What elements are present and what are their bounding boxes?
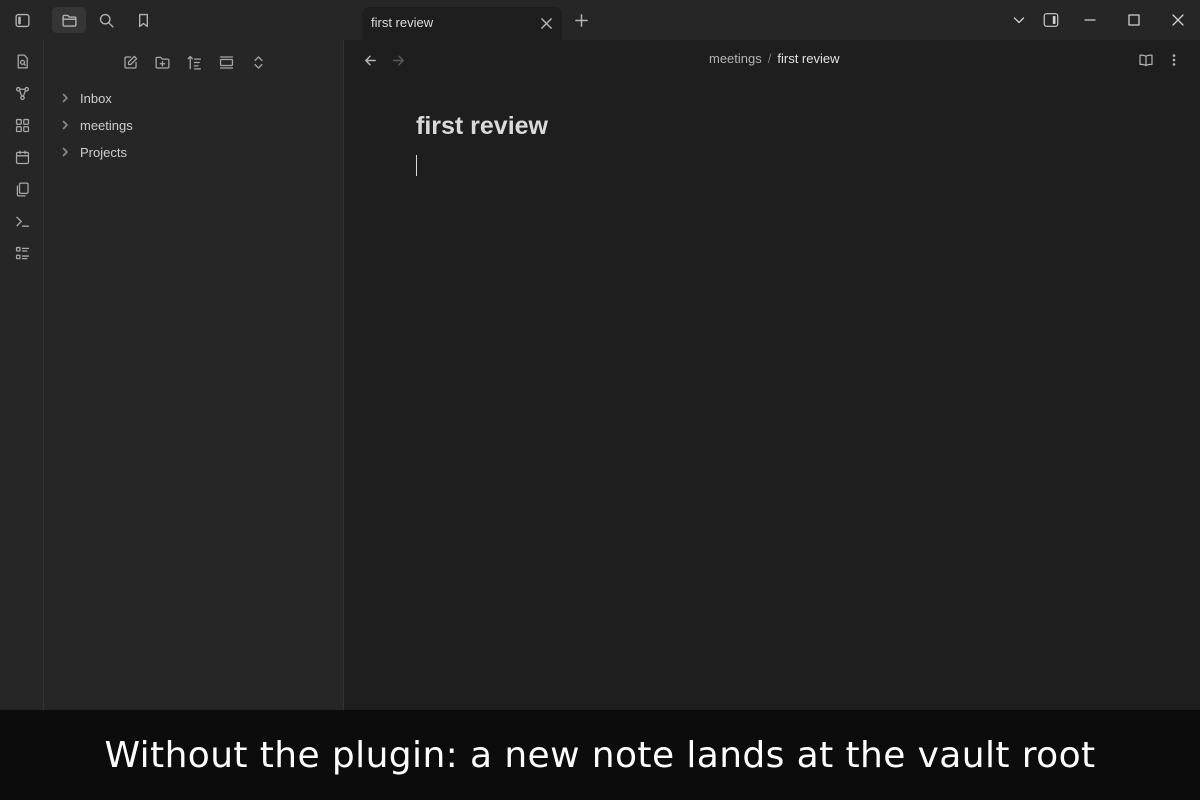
chevron-right-icon (58, 145, 72, 159)
plus-icon[interactable] (570, 9, 592, 31)
tab-first-review[interactable]: first review (362, 7, 562, 40)
caption-banner: Without the plugin: a new note lands at … (0, 710, 1200, 800)
collapse-all-icon[interactable] (246, 50, 270, 74)
more-options-icon[interactable] (1163, 49, 1185, 71)
close-window-icon[interactable] (1166, 8, 1190, 32)
daily-note-icon[interactable] (10, 145, 34, 169)
breadcrumb-folder[interactable]: meetings (709, 51, 762, 66)
caption-text: Without the plugin: a new note lands at … (104, 734, 1096, 776)
chevron-down-icon[interactable] (1007, 8, 1031, 32)
text-cursor (416, 155, 417, 176)
new-folder-icon[interactable] (150, 50, 174, 74)
close-icon[interactable] (536, 13, 556, 33)
tree-folder-projects[interactable]: Projects (58, 140, 328, 164)
outline-icon[interactable] (10, 241, 34, 265)
folder-icon[interactable] (52, 7, 86, 33)
new-note-icon[interactable] (118, 50, 142, 74)
tree-folder-meetings[interactable]: meetings (58, 113, 328, 137)
file-explorer: Inbox meetings Projects (44, 40, 344, 710)
title-bar: first review (0, 0, 1200, 40)
chevron-right-icon (58, 91, 72, 105)
tree-label: Inbox (80, 90, 112, 106)
quick-switcher-icon[interactable] (10, 49, 34, 73)
tab-title: first review (371, 15, 434, 30)
forward-arrow-icon[interactable] (386, 50, 410, 70)
note-title[interactable]: first review (416, 112, 548, 141)
sidebar-toggle-icon[interactable] (9, 7, 35, 33)
back-arrow-icon[interactable] (358, 50, 382, 70)
tree-label: Projects (80, 144, 127, 160)
editor-pane: meetings / first review first review (344, 40, 1200, 710)
maximize-icon[interactable] (1122, 8, 1146, 32)
graph-view-icon[interactable] (10, 81, 34, 105)
chevron-right-icon (58, 118, 72, 132)
auto-reveal-icon[interactable] (214, 50, 238, 74)
tree-label: meetings (80, 117, 133, 133)
templates-icon[interactable] (10, 177, 34, 201)
canvas-icon[interactable] (10, 113, 34, 137)
minimize-icon[interactable] (1078, 8, 1102, 32)
sort-icon[interactable] (182, 50, 206, 74)
right-sidebar-icon[interactable] (1039, 8, 1063, 32)
breadcrumb-file[interactable]: first review (777, 51, 839, 66)
breadcrumb: meetings / first review (709, 51, 840, 66)
bookmark-icon[interactable] (130, 7, 156, 33)
ribbon (0, 40, 44, 710)
reading-view-icon[interactable] (1135, 49, 1157, 71)
search-icon[interactable] (93, 7, 119, 33)
breadcrumb-separator: / (767, 51, 772, 66)
command-palette-icon[interactable] (10, 209, 34, 233)
tree-folder-inbox[interactable]: Inbox (58, 86, 328, 110)
